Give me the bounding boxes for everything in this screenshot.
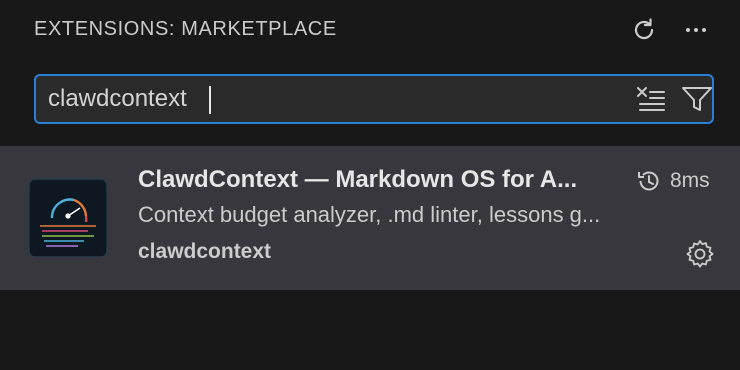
search-input[interactable] — [48, 76, 628, 122]
manage-extension-button[interactable] — [684, 238, 716, 270]
filter-icon — [682, 87, 712, 111]
text-cursor — [209, 86, 211, 114]
install-meta: 8ms — [636, 166, 710, 196]
more-actions-button[interactable] — [679, 13, 713, 47]
filter-button[interactable] — [680, 84, 714, 114]
install-time: 8ms — [670, 169, 710, 192]
extension-publisher[interactable]: clawdcontext — [138, 240, 271, 264]
refresh-button[interactable] — [627, 13, 661, 47]
refresh-icon — [634, 18, 654, 40]
history-icon — [638, 171, 659, 191]
view-title: EXTENSIONS: MARKETPLACE — [34, 18, 337, 40]
extensions-header: EXTENSIONS: MARKETPLACE — [0, 0, 740, 62]
gauge-logo-icon — [28, 178, 108, 258]
clear-results-icon — [637, 87, 665, 111]
clear-search-button[interactable] — [634, 84, 668, 114]
extension-description: Context budget analyzer, .md linter, les… — [138, 202, 601, 227]
extension-name: ClawdContext — Markdown OS for A... — [138, 166, 578, 193]
extension-logo — [28, 178, 108, 258]
search-box — [34, 74, 714, 124]
gear-icon — [686, 240, 714, 268]
ellipsis-icon — [686, 28, 706, 32]
extension-list-item[interactable]: ClawdContext — Markdown OS for A... 8ms … — [0, 146, 740, 290]
